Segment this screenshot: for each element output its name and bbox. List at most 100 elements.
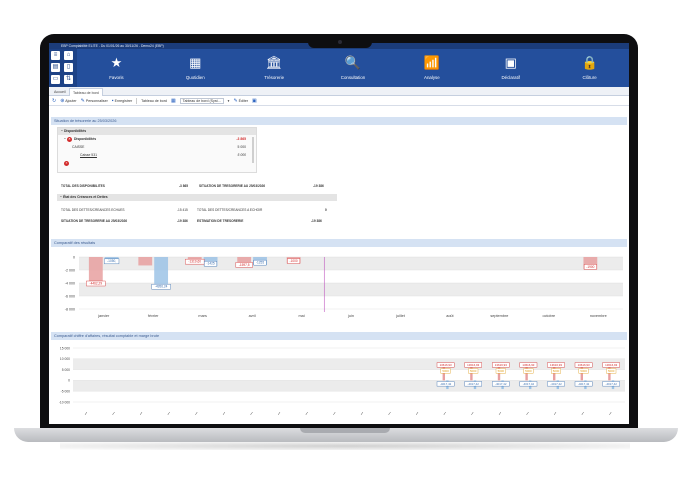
export-icon[interactable]: ▣ (252, 98, 257, 104)
lock-icon: 🔒 (581, 55, 598, 70)
data-label: -1900 (586, 265, 594, 269)
x-tick-label: ••• (415, 411, 420, 416)
app-screen: EBP Comptabilité ELITE - Du 01/01/26 au … (49, 43, 629, 424)
dashboard-label: Tableau de bord (141, 98, 167, 103)
dashboard-select[interactable]: Tableau de bord (Syst... (179, 97, 224, 104)
nav-label: Trésorerie (264, 75, 285, 80)
refresh-icon[interactable]: ↻ (52, 98, 56, 104)
sort-icon[interactable]: ⇅ (64, 75, 73, 84)
add-icon: ⊕ (60, 97, 65, 104)
x-tick-label: ••• (608, 411, 613, 416)
nav-tresorerie[interactable]: 🏛 Trésorerie (235, 49, 314, 87)
y-tick-label: -2 000 (65, 268, 75, 272)
x-tick-label: ••• (497, 411, 502, 416)
star-icon: ★ (110, 55, 123, 70)
data-label: -4956,24 (155, 285, 168, 289)
print-icon[interactable]: ▤ (51, 63, 60, 72)
save-label: Enregistrer (114, 98, 133, 103)
panel-scrollbar[interactable] (252, 137, 254, 163)
ribbon: ≡ ⌂ ▤ ▯ ▭ ⇅ ★ Favoris ▦ Quotidien 🏛 Trés… (49, 49, 629, 87)
pencil-icon: ✎ (80, 97, 85, 104)
situation-label: SITUATION DE TRESORERIE AU 25/03/2026 (199, 184, 266, 188)
data-label: -4462,29 (90, 281, 103, 285)
x-tick-label: février (148, 314, 159, 318)
y-tick-label: 5 000 (62, 368, 70, 372)
data-label: -4017,42 (440, 382, 452, 386)
data-label: 5000 (498, 369, 505, 373)
nav-label: Déclaratif (501, 75, 520, 80)
data-label: -1255 (256, 261, 264, 265)
dettes-label: TOTAL DES DETTES/CREANCES ECHUES (61, 208, 125, 212)
tab-accueil[interactable]: Accueil (51, 88, 69, 96)
camera-icon (338, 40, 342, 44)
total-dispo-label: TOTAL DES DISPONIBILITES (61, 184, 105, 188)
disponibilites-row[interactable]: − × Disponibilités -3 865 (58, 135, 256, 143)
data-label: -1050, (107, 259, 116, 263)
nav-analyse[interactable]: 📶 Analyse (392, 49, 471, 87)
dettes-a-echoir-label: TOTAL DES DETTES/CREANCES A ECHOIR (197, 208, 263, 212)
data-label: -1597,5 (239, 263, 250, 267)
document-icon[interactable]: ▯ (64, 63, 73, 72)
x-tick-label: ••• (470, 411, 475, 416)
estimation-value: -19 386 (311, 219, 322, 223)
calendar-icon: ▦ (189, 55, 202, 70)
window-icon[interactable]: ▭ (51, 75, 60, 84)
bank-row-clipped: × (58, 159, 256, 167)
add-button[interactable]: ⊕ Ajouter (60, 98, 76, 104)
toolbar-divider (136, 97, 138, 104)
y-tick-label: -5 000 (61, 390, 71, 394)
chart-icon: 📶 (423, 55, 440, 70)
menu-icon[interactable]: ≡ (51, 51, 60, 60)
nav-quotidien[interactable]: ▦ Quotidien (156, 49, 235, 87)
y-tick-label: -4 000 (65, 281, 75, 285)
nav-declaratif[interactable]: ▣ Déclaratif (471, 49, 550, 87)
pencil-icon: ✎ (233, 97, 238, 104)
data-label: -4017,42 (550, 382, 562, 386)
save-button[interactable]: ▪ Enregistrer (112, 98, 132, 104)
data-label: 13616,93 (495, 363, 507, 367)
dettes-a-echoir-value: 0 (325, 208, 327, 212)
x-tick-label: ••• (359, 411, 364, 416)
y-tick-label: -8 000 (65, 307, 75, 311)
search-doc-icon: 🔍 (344, 55, 362, 70)
x-tick-label: ••• (166, 411, 171, 416)
x-tick-label: août (446, 314, 454, 318)
nav-label: Analyse (424, 75, 440, 80)
data-label: 13616,93 (522, 363, 534, 367)
x-tick-label: mars (198, 314, 207, 318)
nav-label: Clôture (582, 75, 597, 80)
x-tick-label: septembre (490, 314, 508, 318)
panel-header[interactable]: − Disponibilités (58, 128, 256, 135)
creances-header[interactable]: − État des Créances et Dettes (57, 194, 337, 201)
nav-consultation[interactable]: 🔍 Consultation (314, 49, 393, 87)
tab-tableau-de-bord[interactable]: Tableau de bord (69, 88, 103, 96)
situation2-label: SITUATION DE TRESORERIE AU 25/03/2026 (61, 219, 128, 223)
edit-button[interactable]: ✎ Éditer (233, 98, 248, 104)
y-tick-label: 0 (68, 379, 70, 383)
revenue-chart-title: Comparatif chiffre d'affaires, résultat … (51, 332, 627, 340)
nav-label: Quotidien (185, 75, 205, 80)
data-label: 13616,93 (550, 363, 562, 367)
row-value: -3 865 (236, 137, 246, 141)
error-icon: × (64, 160, 69, 166)
customize-label: Personnaliser (85, 98, 108, 103)
document-tabs: Accueil Tableau de bord (49, 87, 629, 96)
data-label: -4017,42 (467, 382, 479, 386)
x-tick-label: octobre (542, 314, 555, 318)
home-icon[interactable]: ⌂ (64, 51, 73, 60)
revenue-chart: 15 000 10 000 5 000 0 -5 000 -10 000 ••• ••• •••… (59, 346, 625, 416)
x-tick-label: novembre (590, 314, 607, 318)
error-icon: × (66, 136, 72, 142)
x-tick-label: ••• (277, 411, 282, 416)
customize-button[interactable]: ✎ Personnaliser (81, 98, 108, 104)
caisse531-row[interactable]: Caisse 531 5 000 (58, 151, 256, 159)
situation2-value: -19 386 (177, 219, 188, 223)
chevron-down-icon[interactable]: ▾ (228, 99, 230, 103)
nav-favoris[interactable]: ★ Favoris (77, 49, 156, 87)
nav-cloture[interactable]: 🔒 Clôture (550, 49, 629, 87)
caisse-row[interactable]: CAISSE 5 000 (58, 143, 256, 151)
dettes-value: -15 415 (177, 208, 188, 212)
data-label: 5000 (442, 369, 449, 373)
disponibilites-panel: − Disponibilités − × Disponibilités -3 86… (57, 127, 257, 173)
y-tick-label: -6 000 (65, 294, 75, 298)
